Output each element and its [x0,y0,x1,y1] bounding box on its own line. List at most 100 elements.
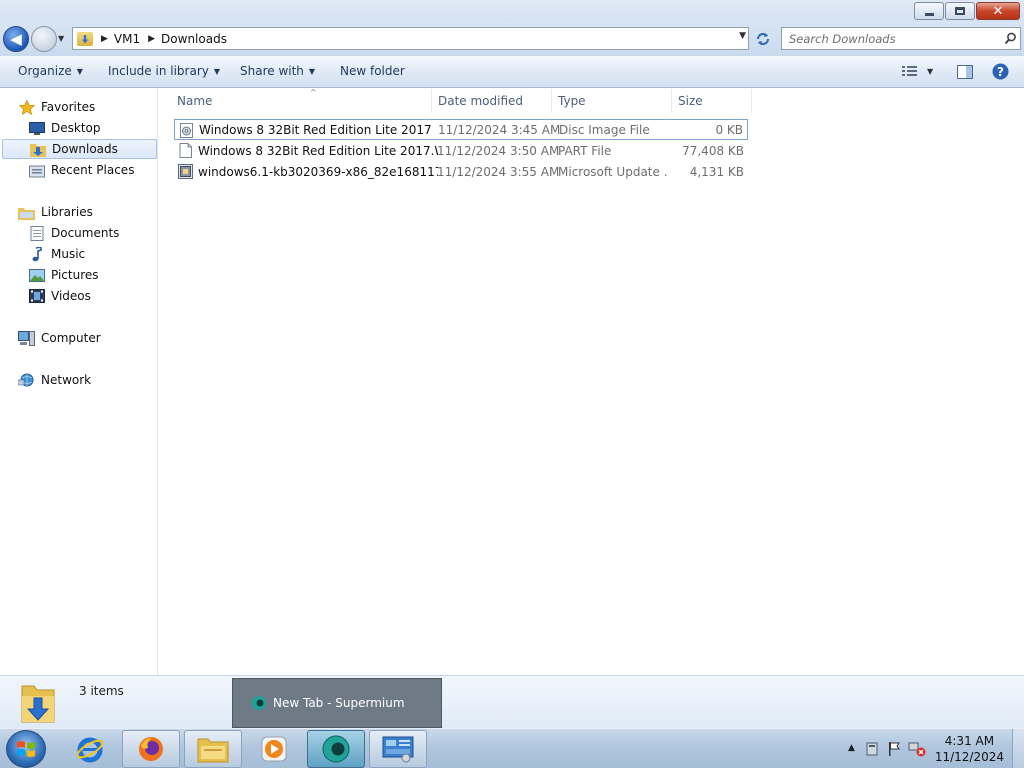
nav-favorites[interactable]: Favorites [18,97,95,117]
table-row[interactable]: Windows 8 32Bit Red Edition Lite 2017 11… [174,119,748,140]
window-controls: ✕ [914,2,1020,20]
column-header-name[interactable]: ^ Name [171,88,432,113]
minimize-icon [924,12,934,16]
nav-favorites-label: Favorites [41,100,96,114]
nav-computer[interactable]: Computer [18,328,101,348]
supermium-icon [322,735,350,763]
column-header-size[interactable]: Size [672,89,752,113]
nav-libraries-label: Libraries [41,205,93,219]
breadcrumb-downloads[interactable]: Downloads [161,32,227,46]
nav-recent-places[interactable]: Recent Places [28,160,134,180]
nav-videos-label: Videos [51,289,91,303]
taskbar-windows-explorer[interactable] [184,730,242,768]
close-button[interactable]: ✕ [976,2,1020,20]
sort-ascending-icon: ^ [310,88,317,97]
start-button[interactable] [6,730,46,768]
taskbar-thumbnail-preview[interactable]: New Tab - Supermium [232,678,442,728]
refresh-button[interactable] [752,28,774,49]
file-name: Windows 8 32Bit Red Edition Lite 2017 [199,122,432,137]
disc-image-icon [180,123,193,138]
action-center-icon[interactable] [864,741,880,757]
supermium-icon [252,696,266,710]
windows-logo-icon [17,741,35,757]
computer-icon [18,330,35,346]
flag-icon[interactable] [886,741,902,757]
nav-desktop[interactable]: Desktop [28,118,101,138]
restore-button[interactable] [945,2,975,20]
address-bar[interactable]: ▶ VM1 ▶ Downloads ▼ [72,27,749,50]
minimize-button[interactable] [914,2,944,20]
include-in-library-button[interactable]: Include in library ▼ [108,64,220,78]
organize-button[interactable]: Organize ▼ [18,64,83,78]
refresh-icon [757,32,769,45]
search-icon[interactable] [1000,32,1020,45]
file-type: Disc Image File [559,122,650,137]
table-row[interactable]: Windows 8 32Bit Red Edition Lite 2017.W.… [174,140,748,161]
internet-explorer-icon [76,737,104,763]
taskbar-media-player[interactable] [245,730,303,768]
forward-button[interactable] [31,26,57,52]
breadcrumb-separator-icon[interactable]: ▶ [101,34,108,44]
help-button[interactable]: ? [992,63,1009,83]
navigation-pane[interactable]: Favorites Desktop Downloads Recent Place… [0,89,158,675]
file-list[interactable]: ^ Name Date modified Type Size Windows 8… [159,88,1024,675]
new-folder-button[interactable]: New folder [340,64,405,78]
breadcrumb-separator-icon[interactable]: ▶ [148,34,155,44]
details-view-icon [902,66,917,76]
show-desktop-button[interactable] [1012,729,1024,768]
thumbnail-title: New Tab - Supermium [273,696,405,710]
update-package-icon [178,164,193,179]
star-icon [18,99,35,115]
file-name: Windows 8 32Bit Red Edition Lite 2017.W.… [198,143,438,158]
details-pane: 3 items New Tab - Supermium [0,675,1024,728]
view-options-dropdown-icon[interactable]: ▼ [927,67,933,76]
file-date-modified: 11/12/2024 3:45 AM [438,122,561,137]
column-header-date-modified[interactable]: Date modified [432,89,552,113]
desktop-icon [28,121,45,136]
show-hidden-icons-button[interactable]: ▲ [848,743,855,753]
nav-videos[interactable]: Videos [28,286,91,306]
column-header-name-label: Name [177,94,213,108]
taskbar-supermium[interactable] [307,730,365,768]
chevron-down-icon: ▼ [76,66,83,76]
recent-pages-dropdown-icon[interactable]: ▼ [58,34,64,43]
clock-date: 11/12/2024 [934,750,1004,764]
restore-icon [955,7,965,15]
clock-time: 4:31 AM [944,734,995,748]
share-with-button[interactable]: Share with ▼ [240,64,315,78]
nav-downloads[interactable]: Downloads [2,139,157,159]
recent-places-icon [28,163,45,178]
column-header-type[interactable]: Type [552,89,672,113]
nav-documents[interactable]: Documents [28,223,119,243]
help-icon: ? [992,63,1009,80]
nav-music[interactable]: Music [28,244,85,264]
table-row[interactable]: windows6.1-kb3020369-x86_82e168117c2... … [174,161,748,182]
preview-pane-button[interactable] [957,65,973,82]
music-icon [28,246,45,262]
title-bar[interactable]: ✕ [0,0,1024,22]
nav-music-label: Music [51,247,86,261]
network-disconnected-icon[interactable] [908,741,926,757]
taskbar-internet-explorer[interactable] [61,730,119,768]
system-tray: ▲ 4:31 AM 11/12/2024 [844,729,1024,768]
taskbar-firefox[interactable] [122,730,180,768]
nav-network[interactable]: Network [18,370,91,390]
search-box[interactable] [781,27,1021,50]
windows-explorer-icon [197,738,229,763]
libraries-icon [18,205,35,220]
taskbar-control-panel[interactable] [369,730,427,768]
item-count: 3 items [79,684,124,698]
system-clock[interactable]: 4:31 AM 11/12/2024 [935,733,1004,765]
search-input[interactable] [782,28,1000,49]
back-button[interactable]: ◀ [3,26,29,52]
organize-label: Organize [18,64,72,78]
change-view-button[interactable] [902,65,918,80]
file-name: windows6.1-kb3020369-x86_82e168117c2... [198,164,438,179]
share-with-label: Share with [240,64,304,78]
new-folder-label: New folder [340,64,405,78]
column-header-size-label: Size [678,94,703,108]
breadcrumb-vm1[interactable]: VM1 [114,32,140,46]
nav-pictures[interactable]: Pictures [28,265,99,285]
address-history-dropdown-icon[interactable]: ▼ [739,31,746,41]
nav-libraries[interactable]: Libraries [18,202,93,222]
